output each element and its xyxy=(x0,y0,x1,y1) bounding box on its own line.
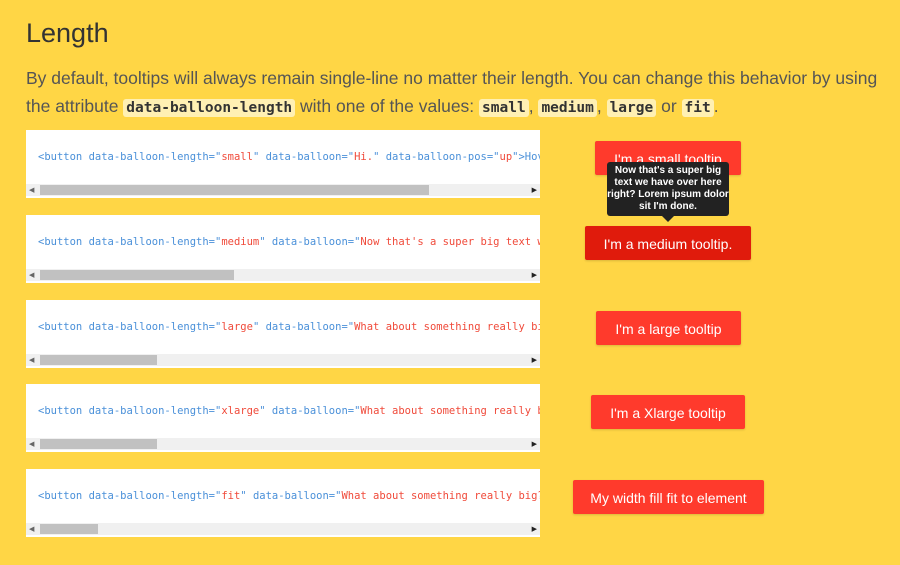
horizontal-scrollbar[interactable]: ◀ ▶ xyxy=(26,184,540,196)
code-string: small xyxy=(221,151,253,163)
code-line: <button data-balloon-length="medium" dat… xyxy=(38,236,540,248)
desc-text: or xyxy=(656,96,682,116)
code-token: ">Hov xyxy=(512,151,540,163)
demo-button-large[interactable]: I'm a large tooltip xyxy=(596,311,741,345)
scroll-left-arrow-icon[interactable]: ◀ xyxy=(29,354,34,366)
code-token: <button data-balloon-length=" xyxy=(38,151,222,163)
code-block: <button data-balloon-length="xlarge" dat… xyxy=(26,384,540,452)
code-block: <button data-balloon-length="small" data… xyxy=(26,130,540,198)
code-string: What about something really b xyxy=(360,405,540,417)
demo-button-medium[interactable]: I'm a medium tooltip. xyxy=(585,226,751,260)
desc-text: , xyxy=(528,96,539,116)
code-token: " data-balloon-pos=" xyxy=(373,151,500,163)
horizontal-scrollbar[interactable]: ◀ ▶ xyxy=(26,438,540,450)
code-token: " data-balloon=" xyxy=(259,405,361,417)
code-attr: data-balloon-length xyxy=(123,99,296,117)
scroll-left-arrow-icon[interactable]: ◀ xyxy=(29,184,34,196)
scrollbar-thumb[interactable] xyxy=(40,185,429,195)
code-value: large xyxy=(606,99,657,117)
code-line: <button data-balloon-length="xlarge" dat… xyxy=(38,405,540,417)
desc-text: , xyxy=(596,96,607,116)
code-value: fit xyxy=(681,99,714,117)
code-string: What about something really big? xyxy=(341,490,540,502)
scroll-left-arrow-icon[interactable]: ◀ xyxy=(29,438,34,450)
code-value: medium xyxy=(538,99,597,117)
scrollbar-thumb[interactable] xyxy=(40,355,157,365)
scroll-right-arrow-icon[interactable]: ▶ xyxy=(532,354,537,366)
scroll-right-arrow-icon[interactable]: ▶ xyxy=(532,269,537,281)
scrollbar-thumb[interactable] xyxy=(40,524,99,534)
code-line: <button data-balloon-length="fit" data-b… xyxy=(38,490,540,502)
code-string: xlarge xyxy=(221,405,260,417)
scroll-right-arrow-icon[interactable]: ▶ xyxy=(532,438,537,450)
code-line: <button data-balloon-length="large" data… xyxy=(38,321,540,333)
code-string: medium xyxy=(221,236,260,248)
demo-button-xlarge[interactable]: I'm a Xlarge tooltip xyxy=(591,395,745,429)
section-title: Length xyxy=(26,18,109,48)
code-token: <button data-balloon-length=" xyxy=(38,405,222,417)
code-token: <button data-balloon-length=" xyxy=(38,321,222,333)
code-string: Hi. xyxy=(354,151,374,163)
scroll-right-arrow-icon[interactable]: ▶ xyxy=(532,523,537,535)
scrollbar-thumb[interactable] xyxy=(40,439,157,449)
code-token: <button data-balloon-length=" xyxy=(38,490,222,502)
scroll-left-arrow-icon[interactable]: ◀ xyxy=(29,269,34,281)
code-token: " data-balloon=" xyxy=(240,490,342,502)
horizontal-scrollbar[interactable]: ◀ ▶ xyxy=(26,269,540,281)
code-block: <button data-balloon-length="fit" data-b… xyxy=(26,469,540,537)
code-value: small xyxy=(479,99,529,117)
code-string: large xyxy=(221,321,253,333)
code-string: fit xyxy=(221,490,241,502)
scroll-right-arrow-icon[interactable]: ▶ xyxy=(532,184,537,196)
code-block: <button data-balloon-length="large" data… xyxy=(26,300,540,368)
code-token: " data-balloon=" xyxy=(252,321,355,333)
demo-button-fit[interactable]: My width fill fit to element xyxy=(573,480,764,514)
horizontal-scrollbar[interactable]: ◀ ▶ xyxy=(26,354,540,366)
desc-text: with one of the values: xyxy=(295,96,480,116)
code-line: <button data-balloon-length="small" data… xyxy=(38,151,540,163)
horizontal-scrollbar[interactable]: ◀ ▶ xyxy=(26,523,540,535)
desc-text: . xyxy=(713,96,719,116)
code-string: up xyxy=(499,151,513,163)
code-token: " data-balloon=" xyxy=(252,151,355,163)
code-token: <button data-balloon-length=" xyxy=(38,236,222,248)
scroll-left-arrow-icon[interactable]: ◀ xyxy=(29,523,34,535)
tooltip-balloon: Now that's a super big text we have over… xyxy=(607,162,729,222)
code-token: " data-balloon=" xyxy=(259,236,361,248)
code-block: <button data-balloon-length="medium" dat… xyxy=(26,215,540,283)
scrollbar-thumb[interactable] xyxy=(40,270,235,280)
code-string: What about something really bi xyxy=(354,321,540,333)
section-description: By default, tooltips will always remain … xyxy=(26,64,886,122)
code-string: Now that's a super big text w xyxy=(360,236,540,248)
